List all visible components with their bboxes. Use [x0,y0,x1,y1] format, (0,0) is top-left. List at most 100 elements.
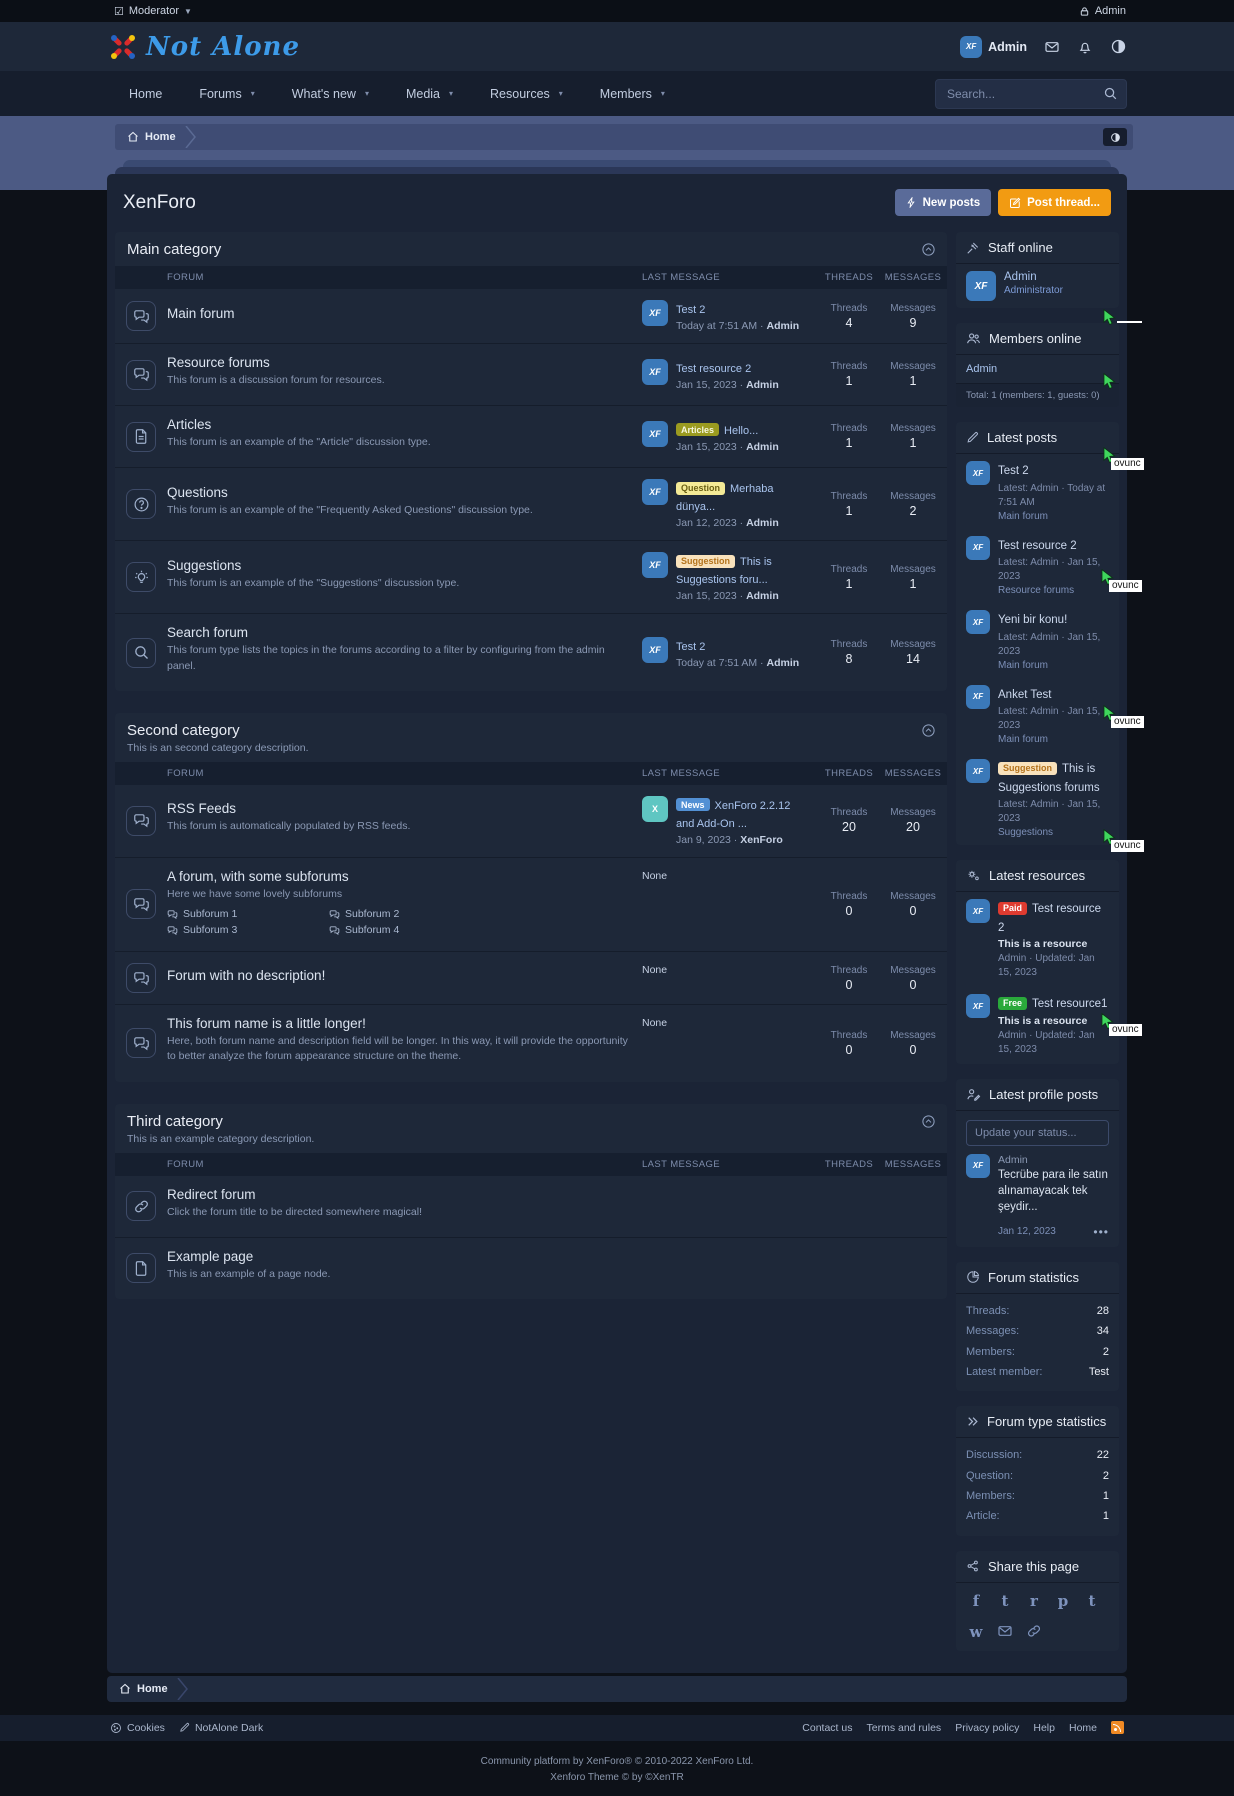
last-message-title[interactable]: Hello... [724,425,758,437]
last-message-avatar[interactable]: XF [642,552,668,578]
moderator-menu[interactable]: ☑ Moderator ▼ [114,5,192,18]
subforum-link[interactable]: Subforum 1 [167,908,329,920]
subforum-link[interactable]: Subforum 2 [329,908,491,920]
last-message-author[interactable]: Admin [746,379,779,391]
last-message-avatar[interactable]: XF [642,421,668,447]
footer-breadcrumb-home[interactable]: Home [119,1683,168,1695]
post-title[interactable]: Test resource 2 [998,540,1077,552]
post-avatar[interactable]: XF [966,461,990,485]
pinterest-icon[interactable]: p [1055,1592,1071,1610]
subforum-link[interactable]: Subforum 4 [329,924,491,936]
reddit-icon[interactable]: r [1026,1592,1042,1610]
staff-avatar[interactable]: XF [966,271,996,301]
last-message-author[interactable]: Admin [746,441,779,453]
last-message-title[interactable]: Test resource 2 [676,363,751,375]
conversations-icon[interactable] [1044,39,1060,55]
last-message-title[interactable]: Test 2 [676,641,705,653]
post-forum[interactable]: Main forum [998,660,1109,671]
email-share-icon[interactable] [997,1623,1013,1641]
forum-title[interactable]: Forum with no description! [167,968,628,983]
more-options-icon[interactable]: ••• [1093,1225,1109,1239]
last-message-author[interactable]: Admin [746,590,779,602]
admin-lock-link[interactable]: Admin [1079,5,1126,17]
tumblr-icon[interactable]: t [1084,1592,1100,1610]
forum-title[interactable]: Suggestions [167,558,628,573]
last-message-author[interactable]: XenForo [740,834,783,846]
category-title[interactable]: Main category [127,241,935,258]
nav-tab[interactable]: Forums ▾ [177,71,269,116]
nav-tab[interactable]: What's new ▾ [270,71,384,116]
last-message-author[interactable]: Admin [746,517,779,529]
footer-link[interactable]: Privacy policy [955,1722,1019,1734]
cookies-link[interactable]: Cookies [110,1722,165,1734]
search-icon[interactable] [1103,86,1118,101]
style-variation-toggle[interactable] [1103,128,1127,146]
post-avatar[interactable]: XF [966,685,990,709]
last-message-avatar[interactable]: XF [642,637,668,663]
resource-avatar[interactable]: XF [966,994,990,1018]
resource-avatar[interactable]: XF [966,899,990,923]
last-message-author[interactable]: Admin [766,657,799,669]
nav-tab[interactable]: Resources ▾ [468,71,578,116]
subforum-link[interactable]: Subforum 3 [167,924,329,936]
footer-link[interactable]: Contact us [802,1722,852,1734]
profile-post-user[interactable]: Admin [998,1154,1109,1166]
post-forum[interactable]: Resource forums [998,585,1109,596]
footer-link[interactable]: Home [1069,1722,1097,1734]
status-update-input[interactable] [966,1120,1109,1146]
nav-tab[interactable]: Home [107,71,177,116]
resource-title[interactable]: Test resource1 [1032,998,1107,1010]
footer-link[interactable]: Terms and rules [866,1722,941,1734]
forum-title[interactable]: Search forum [167,625,628,640]
post-title[interactable]: Anket Test [998,689,1052,701]
alerts-bell-icon[interactable] [1077,39,1093,55]
last-message-avatar[interactable]: X [642,796,668,822]
last-message-author[interactable]: Admin [766,320,799,332]
site-logo[interactable]: Not Alone [107,31,300,63]
dark-mode-toggle-icon[interactable] [1110,38,1127,55]
forum-title[interactable]: RSS Feeds [167,801,628,816]
nav-tab[interactable]: Media ▾ [384,71,468,116]
style-chooser-link[interactable]: NotAlone Dark [179,1722,263,1734]
rss-icon[interactable] [1111,1721,1124,1734]
forum-title[interactable]: Resource forums [167,355,628,370]
post-forum[interactable]: Suggestions [998,827,1109,838]
post-avatar[interactable]: XF [966,610,990,634]
forum-title[interactable]: Main forum [167,306,628,321]
members-online-names[interactable]: Admin [956,355,1119,384]
collapse-category-icon[interactable] [921,1114,936,1129]
forum-title[interactable]: This forum name is a little longer! [167,1016,628,1031]
nav-tab[interactable]: Members ▾ [578,71,680,116]
last-message-avatar[interactable]: XF [642,300,668,326]
facebook-icon[interactable]: f [968,1592,984,1610]
forum-title[interactable]: Questions [167,485,628,500]
post-forum[interactable]: Main forum [998,734,1109,745]
category-title[interactable]: Third category [127,1113,935,1130]
search-input[interactable] [935,79,1127,109]
staff-name[interactable]: Admin [1004,271,1063,283]
whatsapp-icon[interactable]: w [968,1623,984,1641]
post-avatar[interactable]: XF [966,759,990,783]
footer-link[interactable]: Help [1033,1722,1055,1734]
forum-title[interactable]: Redirect forum [167,1187,628,1202]
collapse-category-icon[interactable] [921,723,936,738]
profile-post-date[interactable]: Jan 12, 2023 [998,1226,1056,1237]
forum-title[interactable]: Example page [167,1249,628,1264]
new-posts-button[interactable]: New posts [895,189,992,216]
breadcrumb-home[interactable]: Home [127,131,176,143]
post-forum[interactable]: Main forum [998,511,1109,522]
collapse-category-icon[interactable] [921,242,936,257]
forum-title[interactable]: Articles [167,417,628,432]
profile-post-avatar[interactable]: XF [966,1154,990,1178]
account-menu[interactable]: XF Admin [960,36,1027,58]
post-avatar[interactable]: XF [966,536,990,560]
forum-title[interactable]: A forum, with some subforums [167,869,628,884]
twitter-icon[interactable]: t [997,1592,1013,1610]
category-title[interactable]: Second category [127,722,935,739]
last-message-avatar[interactable]: XF [642,479,668,505]
last-message-title[interactable]: Test 2 [676,304,705,316]
copy-link-icon[interactable] [1026,1623,1042,1641]
post-title[interactable]: Yeni bir konu! [998,614,1067,626]
post-thread-button[interactable]: Post thread... [998,189,1111,216]
post-title[interactable]: Test 2 [998,465,1029,477]
